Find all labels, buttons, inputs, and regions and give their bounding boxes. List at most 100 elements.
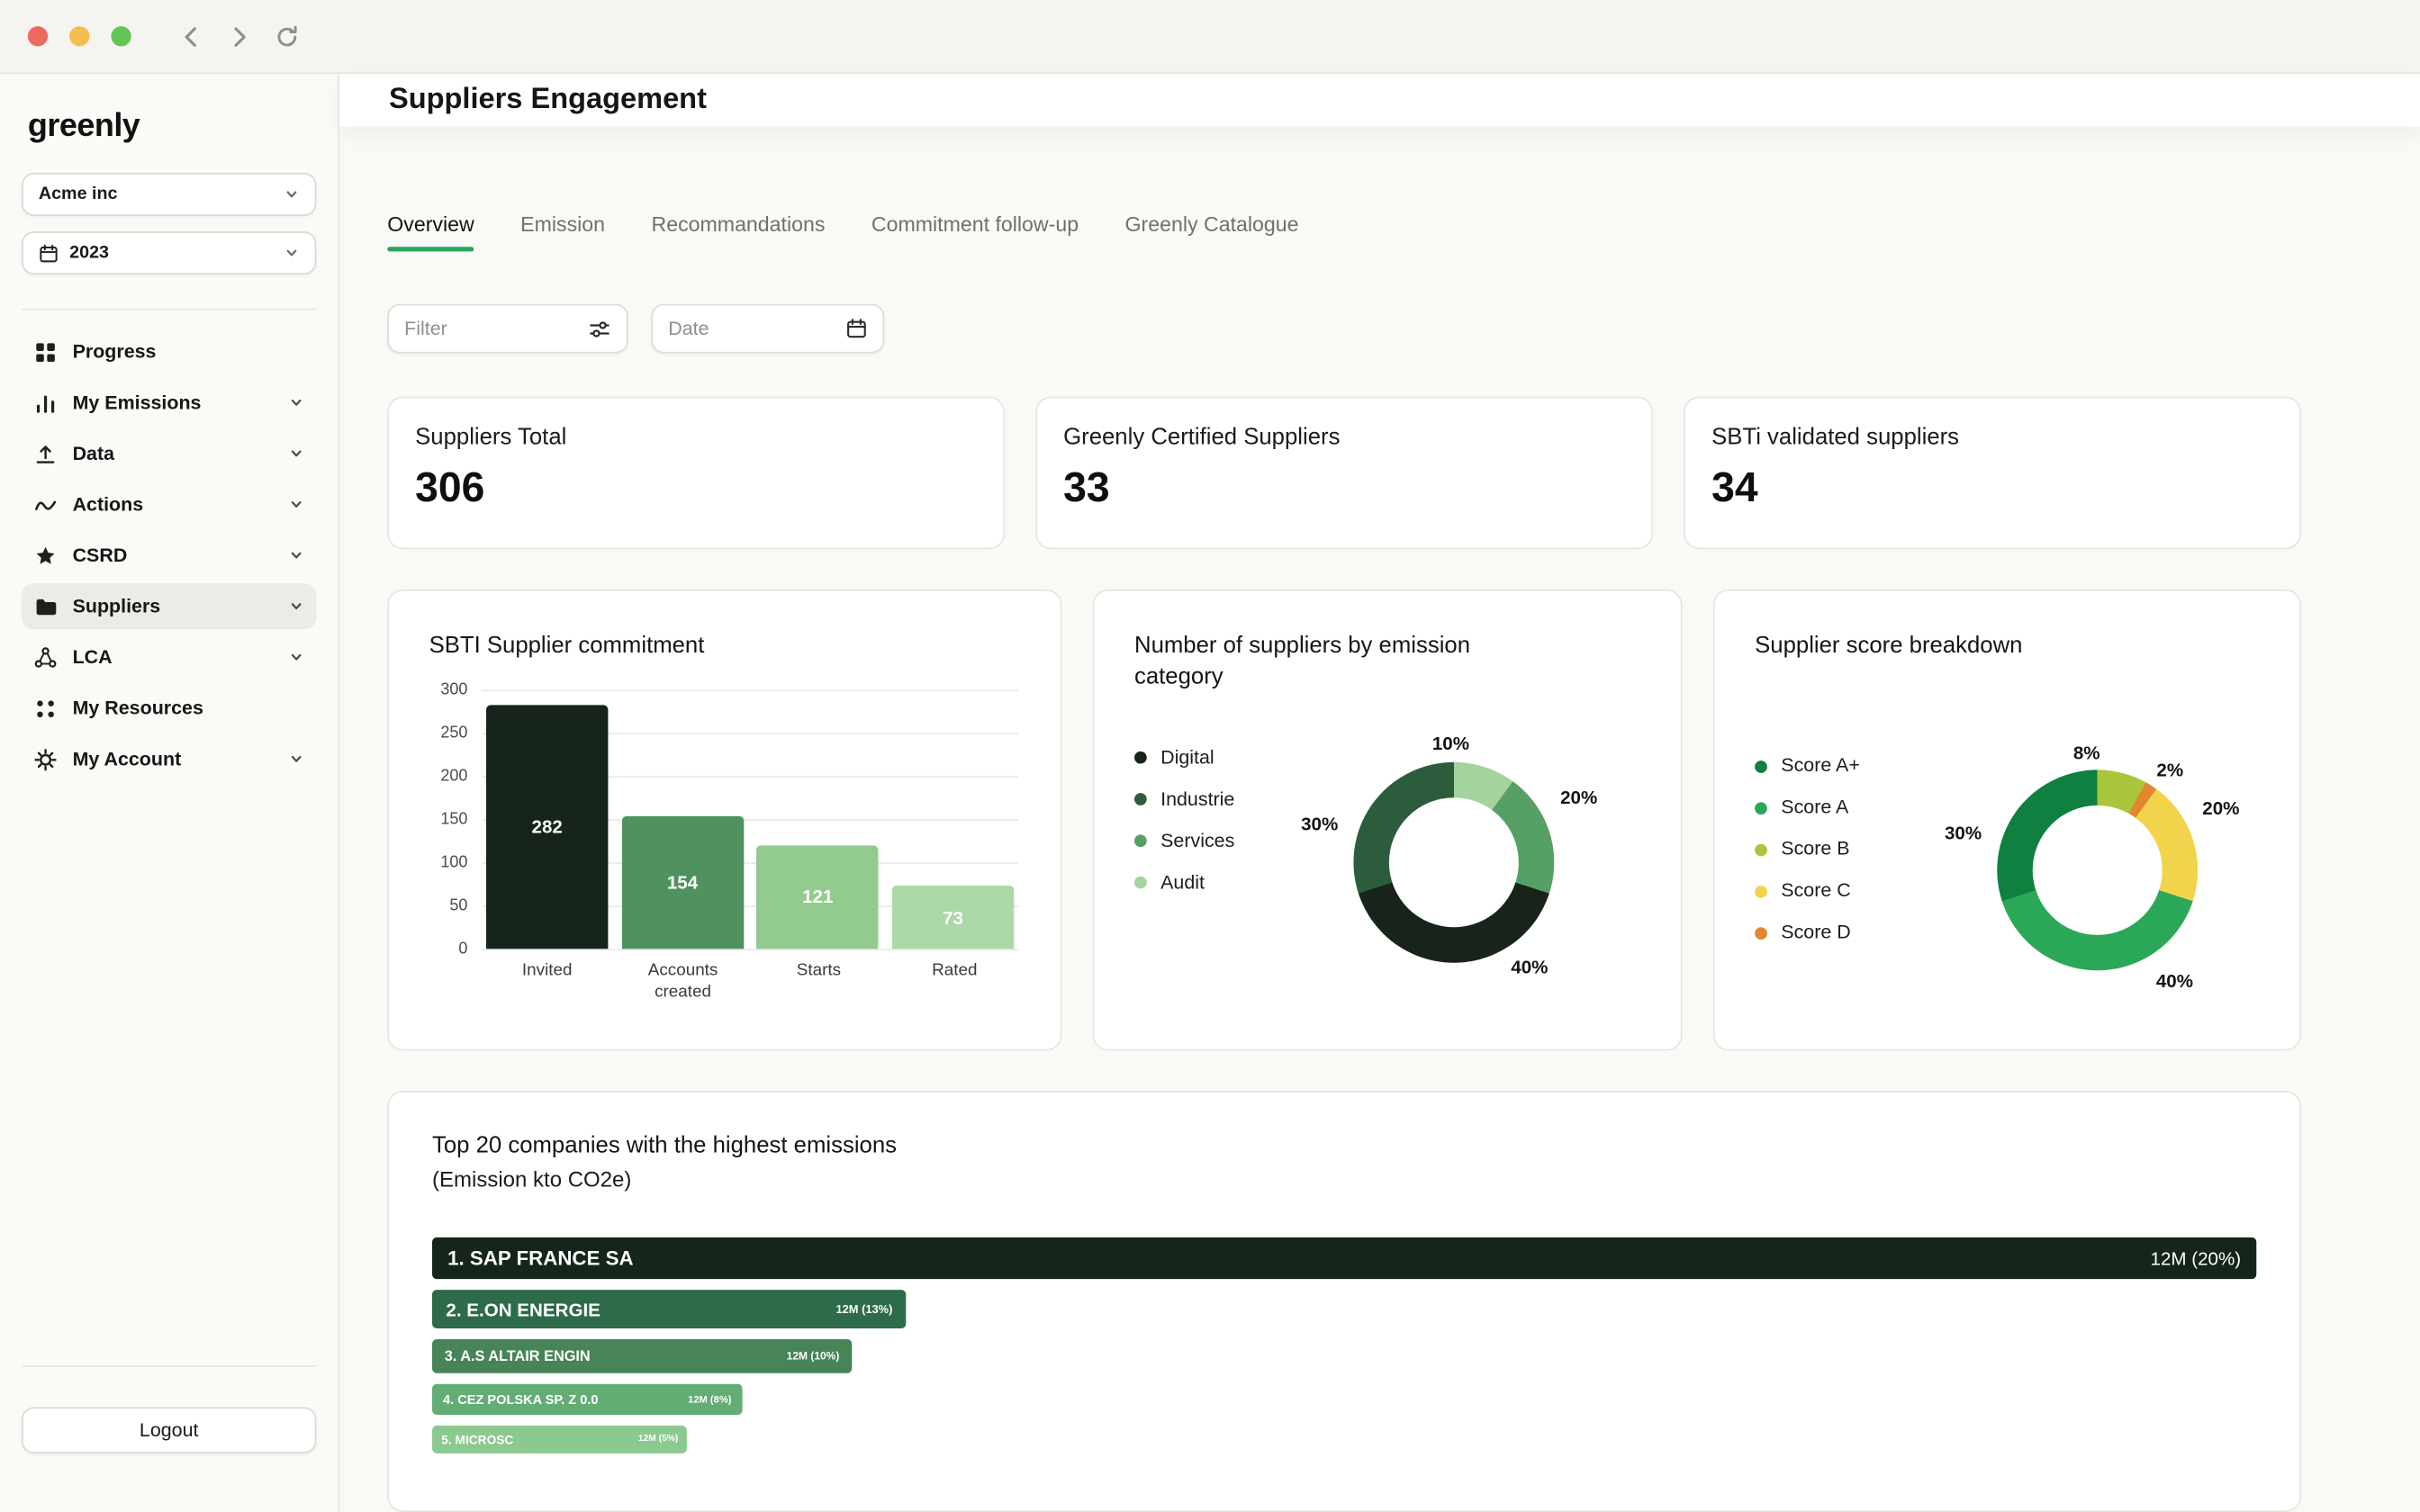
chart-title: Number of suppliers by emission category <box>1134 632 1471 690</box>
tab-greenly-catalogue[interactable]: Greenly Catalogue <box>1125 213 1299 252</box>
sidebar: greenly Acme inc 2023 Progress My Emissi… <box>0 74 340 1512</box>
calendar-icon <box>847 319 866 338</box>
chart-cards: SBTI Supplier commitment 300 250 200 150… <box>387 589 2301 1051</box>
legend-dot <box>1134 793 1147 806</box>
x-axis-labels: Invited Accounts created Starts Rated <box>521 961 978 1002</box>
legend-item: Audit <box>1134 871 1234 895</box>
donut-ring <box>1997 770 2199 971</box>
sidebar-item-progress[interactable]: Progress <box>22 328 316 374</box>
chevron-down-icon <box>286 191 297 198</box>
sidebar-item-my-resources[interactable]: My Resources <box>22 685 316 731</box>
sidebar-item-data[interactable]: Data <box>22 430 316 476</box>
tab-recommandations[interactable]: Recommandations <box>651 213 825 252</box>
legend: Digital Industrie Services Audit <box>1134 746 1234 913</box>
tab-emission[interactable]: Emission <box>520 213 605 252</box>
sidebar-item-label: Suppliers <box>72 595 161 617</box>
stat-value: 34 <box>1711 464 1758 511</box>
chevron-down-icon <box>286 249 297 256</box>
window-close-button[interactable] <box>27 26 49 47</box>
top-companies-subtitle: (Emission kto CO2e) <box>432 1166 632 1192</box>
date-input-box[interactable] <box>651 303 885 354</box>
legend: Score A+ Score A Score B Score C Score D <box>1755 755 1860 963</box>
sliders-icon <box>590 320 610 337</box>
legend-dot <box>1755 885 1767 898</box>
legend-item: Digital <box>1134 746 1234 770</box>
date-input[interactable] <box>668 318 834 340</box>
legend-dot <box>1755 802 1767 814</box>
tab-bar: Overview Emission Recommandations Commit… <box>387 213 2301 252</box>
sidebar-item-actions[interactable]: Actions <box>22 482 316 527</box>
company-bar-as-altair: 3. A.S ALTAIR ENGIN 12M (10%) <box>432 1339 853 1373</box>
forward-icon[interactable] <box>225 22 253 50</box>
stat-label: Suppliers Total <box>415 424 567 451</box>
upload-icon <box>36 445 55 463</box>
page-header: Suppliers Engagement <box>339 74 2420 127</box>
chart-title: Supplier score breakdown <box>1755 632 2023 659</box>
browser-window: greenly Acme inc 2023 Progress My Emissi… <box>0 0 2420 1512</box>
gear-icon <box>34 748 57 770</box>
filter-input[interactable] <box>404 318 576 340</box>
pct-label: 10% <box>1431 732 1470 754</box>
sidebar-item-my-account[interactable]: My Account <box>22 736 316 782</box>
tab-commitment-follow-up[interactable]: Commitment follow-up <box>871 213 1079 252</box>
filter-input-box[interactable] <box>387 303 628 354</box>
traffic-lights <box>27 26 131 47</box>
window-chrome <box>0 0 2420 75</box>
progress-grid-icon <box>36 342 55 362</box>
pct-label: 40% <box>1511 956 1549 977</box>
stat-cards: Suppliers Total 306 Greenly Certified Su… <box>387 396 2301 550</box>
greenly-logo: greenly <box>27 108 140 144</box>
company-select[interactable]: Acme inc <box>22 173 317 216</box>
legend-dot <box>1134 834 1147 848</box>
legend-dot <box>1755 926 1767 940</box>
donut-chart: 10% 20% 40% 30% <box>1301 731 1597 993</box>
sidebar-item-label: Progress <box>72 340 157 363</box>
pct-label: 2% <box>2156 759 2184 781</box>
tab-overview[interactable]: Overview <box>387 213 475 252</box>
back-icon[interactable] <box>177 22 205 50</box>
chevron-down-icon <box>291 450 302 457</box>
stat-card-suppliers-total: Suppliers Total 306 <box>387 396 1005 550</box>
legend-item: Services <box>1134 829 1234 852</box>
logout-button[interactable]: Logout <box>22 1407 317 1454</box>
bar-starts: 121 <box>756 844 879 950</box>
refresh-icon[interactable] <box>273 22 301 50</box>
stat-label: Greenly Certified Suppliers <box>1063 424 1341 451</box>
donut-chart: 8% 2% 20% 40% 30% <box>1945 740 2239 1002</box>
sidebar-item-label: My Resources <box>72 697 203 719</box>
sidebar-item-lca[interactable]: LCA <box>22 634 316 680</box>
grid-dots-icon <box>37 699 54 717</box>
company-select-value: Acme inc <box>38 184 118 204</box>
sidebar-item-label: My Emissions <box>72 392 202 414</box>
sidebar-item-suppliers[interactable]: Suppliers <box>22 583 317 630</box>
stat-value: 33 <box>1063 464 1110 511</box>
chart-title: SBTI Supplier commitment <box>429 632 705 659</box>
window-minimize-button[interactable] <box>69 26 90 47</box>
window-zoom-button[interactable] <box>111 26 131 47</box>
suppliers-by-category-card: Number of suppliers by emission category… <box>1092 589 1683 1051</box>
sidebar-item-my-emissions[interactable]: My Emissions <box>22 380 316 426</box>
filter-bar <box>387 303 2301 354</box>
bar-rated: 73 <box>891 886 1015 950</box>
sidebar-item-label: CSRD <box>72 544 128 567</box>
year-select-value: 2023 <box>69 243 110 263</box>
year-select[interactable]: 2023 <box>22 231 317 275</box>
bar-chart: 300 250 200 150 100 50 0 282 154 121 73 … <box>429 680 1021 1004</box>
stat-value: 306 <box>415 464 485 511</box>
legend-item: Score A <box>1755 796 1860 820</box>
bar-chart-icon <box>36 394 55 412</box>
legend-dot <box>1755 760 1767 773</box>
plot-area: 282 154 121 73 <box>481 689 1019 951</box>
top-companies-title: Top 20 companies with the highest emissi… <box>432 1132 897 1159</box>
chevron-down-icon <box>291 552 302 559</box>
company-bar-cez-polska: 4. CEZ POLSKA SP. Z 0.0 12M (8%) <box>432 1383 743 1415</box>
sidebar-item-label: Data <box>72 443 115 464</box>
sidebar-item-csrd[interactable]: CSRD <box>22 532 316 578</box>
chevron-down-icon <box>291 501 302 508</box>
pct-label: 30% <box>1944 823 1982 845</box>
pct-label: 20% <box>2202 797 2240 820</box>
pct-label: 20% <box>1560 786 1598 808</box>
donut-ring <box>1353 761 1555 962</box>
legend-dot <box>1134 751 1147 764</box>
sidebar-item-label: Actions <box>72 493 144 516</box>
